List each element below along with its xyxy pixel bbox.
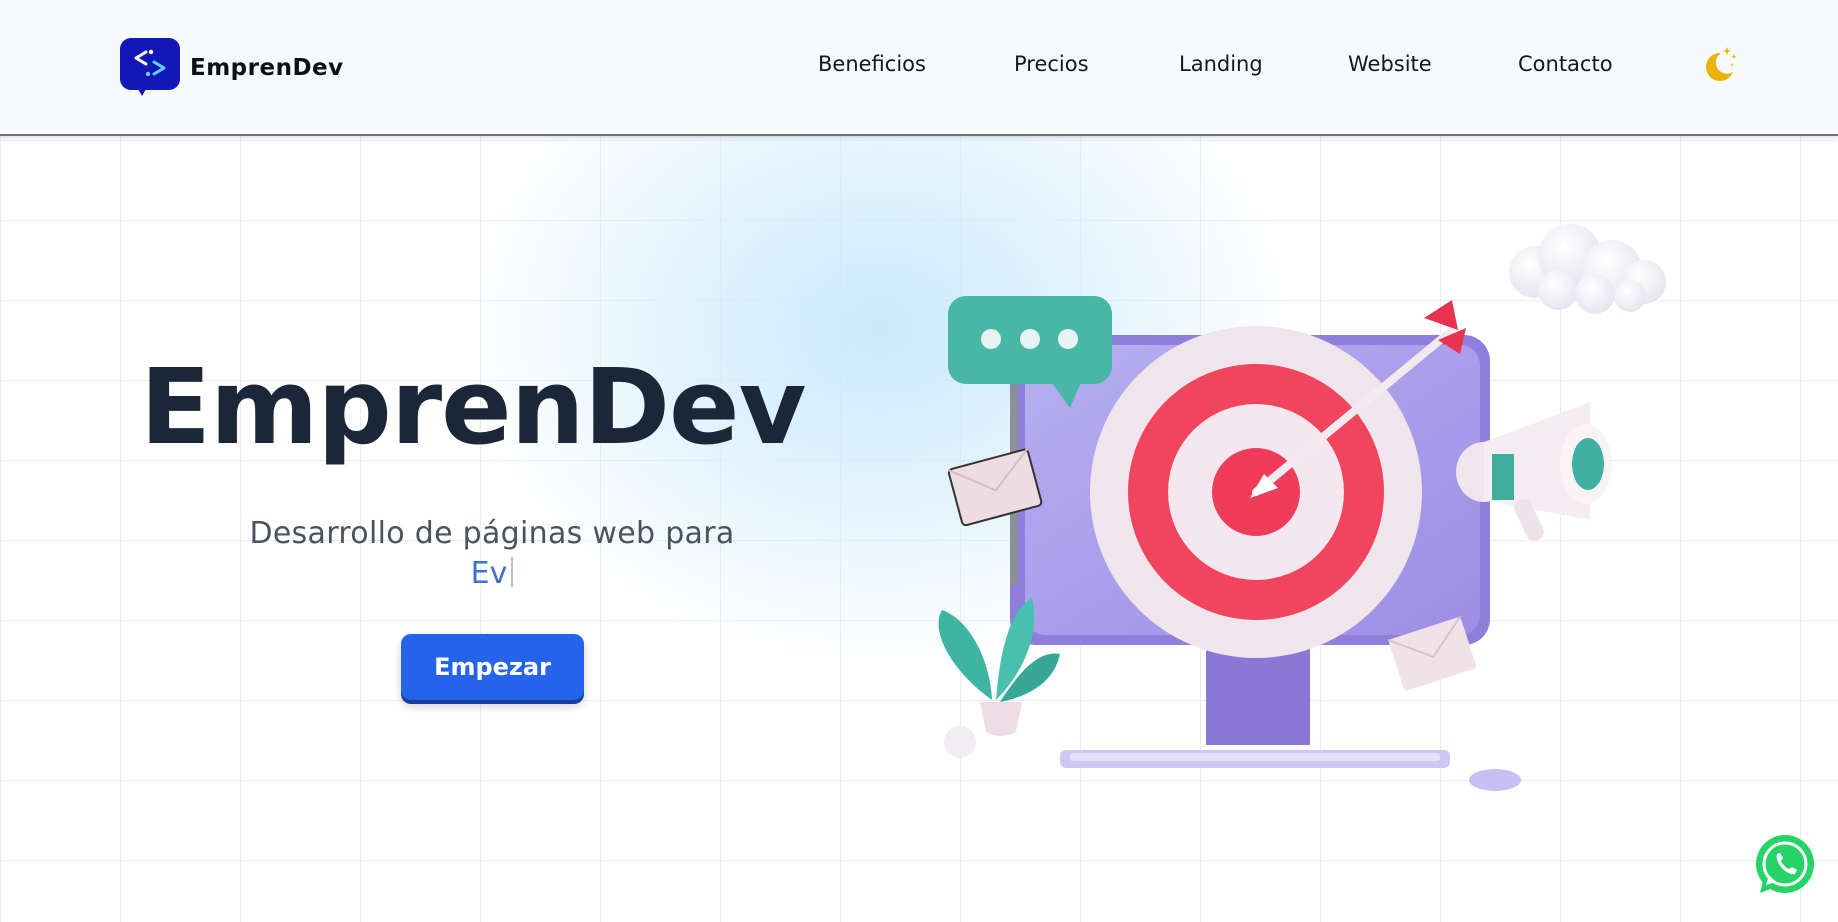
hero-illustration xyxy=(930,220,1710,800)
typing-caret xyxy=(511,557,514,587)
nav-link-beneficios[interactable]: Beneficios xyxy=(818,52,926,76)
start-button[interactable]: Empezar xyxy=(401,634,584,700)
nav-link-landing[interactable]: Landing xyxy=(1179,52,1263,76)
logo-icon xyxy=(120,38,180,98)
brand-logo[interactable]: EmprenDev xyxy=(120,38,344,98)
nav-link-precios[interactable]: Precios xyxy=(1014,52,1089,76)
nav-link-website[interactable]: Website xyxy=(1348,52,1432,76)
site-header: EmprenDev Beneficios Precios Landing Web… xyxy=(0,0,1838,136)
hero-typed-text: Ev xyxy=(470,556,508,591)
hero-title: EmprenDev xyxy=(140,346,806,468)
nav-link-contacto[interactable]: Contacto xyxy=(1518,52,1613,76)
brand-name: EmprenDev xyxy=(190,55,344,81)
moon-stars-icon[interactable] xyxy=(1699,44,1739,84)
hero-subtitle: Desarrollo de páginas web para xyxy=(249,516,735,551)
hero-typed-line: Ev xyxy=(200,556,784,591)
whatsapp-icon[interactable] xyxy=(1754,833,1816,895)
